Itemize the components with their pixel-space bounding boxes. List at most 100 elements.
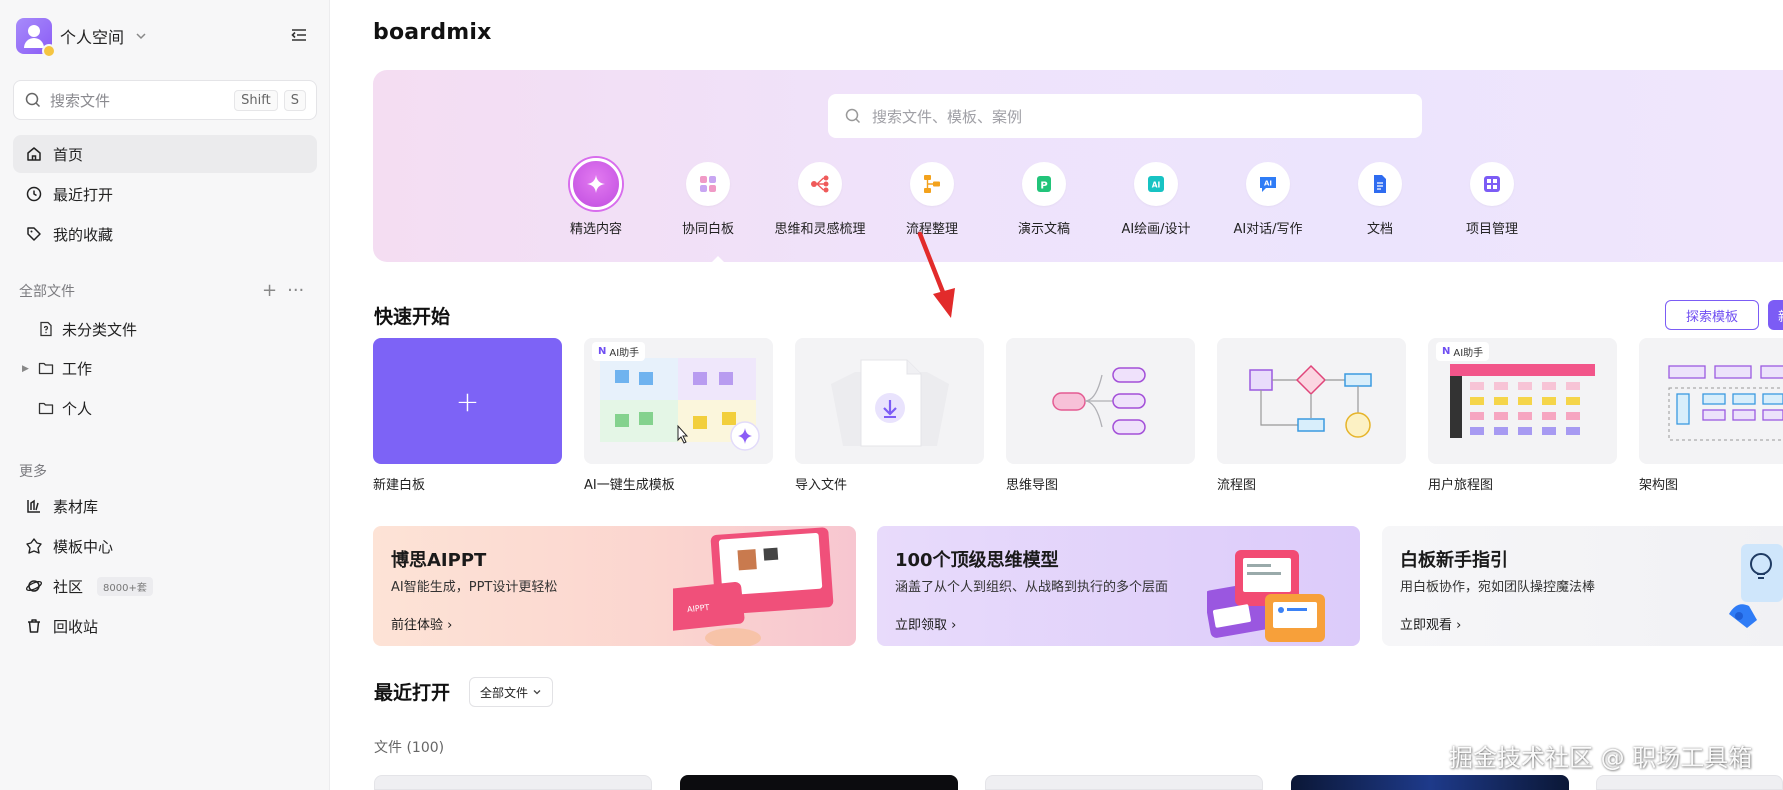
category-label: 演示文稿 <box>1017 222 1070 237</box>
template-architecture[interactable]: 架构图 <box>1639 338 1783 493</box>
template-thumbnail: N AI助手 <box>1428 338 1617 464</box>
add-icon[interactable]: + <box>262 280 277 301</box>
tag-icon <box>25 225 43 243</box>
file-filter-dropdown[interactable]: 全部文件 <box>469 677 553 707</box>
svg-text:AI: AI <box>1152 181 1161 190</box>
document-icon <box>1358 162 1402 206</box>
more-section-label: 更多 <box>19 464 47 480</box>
nav-trash[interactable]: 回收站 <box>13 607 317 645</box>
chevron-right-icon: › <box>951 618 957 633</box>
template-mindmap[interactable]: 思维导图 <box>1006 338 1195 493</box>
file-card[interactable] <box>374 775 652 790</box>
category-docs[interactable]: 文档 <box>1330 162 1430 237</box>
template-thumbnail <box>1639 338 1783 464</box>
avatar[interactable] <box>16 18 56 58</box>
explore-templates-button[interactable]: 探索模板 <box>1665 300 1759 330</box>
category-ai-drawing[interactable]: AI AI绘画/设计 <box>1106 162 1206 237</box>
quick-start-title: 快速开始 <box>374 306 451 328</box>
all-files-actions: + ··· <box>262 280 304 301</box>
template-thumbnail <box>1217 338 1406 464</box>
template-import-file[interactable]: 导入文件 <box>795 338 984 493</box>
file-card[interactable] <box>1596 775 1783 790</box>
flowchart-icon <box>910 162 954 206</box>
banner-beginner-guide[interactable]: 白板新手指引 用白板协作，宛如团队操控魔法棒 立即观看 › <box>1382 526 1783 646</box>
nav-library[interactable]: 素材库 <box>13 487 317 525</box>
new-button[interactable]: 新 <box>1768 300 1783 330</box>
community-badge: 8000+套 <box>97 576 153 596</box>
whiteboard-icon <box>686 162 730 206</box>
template-label: 架构图 <box>1639 478 1679 493</box>
nav-template-center[interactable]: 模板中心 <box>13 527 317 565</box>
annotation-arrow-icon <box>917 231 955 318</box>
crown-icon <box>42 44 56 58</box>
category-label: 思维和灵感梳理 <box>774 222 866 237</box>
library-icon <box>25 497 43 515</box>
category-presentation[interactable]: P 演示文稿 <box>994 162 1094 237</box>
sparkle-icon <box>570 158 622 210</box>
lightbulb-illustration-icon <box>1729 544 1783 628</box>
chevron-down-icon <box>533 690 541 695</box>
file-card[interactable] <box>985 775 1263 790</box>
nav-label: 回收站 <box>53 617 99 636</box>
brand-logo[interactable]: boardmix <box>373 20 492 45</box>
shortcut-key: Shift <box>234 89 278 111</box>
category-label: AI对话/写作 <box>1233 222 1303 237</box>
sidebar-search[interactable]: 搜索文件 Shift S <box>13 80 317 120</box>
category-project[interactable]: 项目管理 <box>1442 162 1542 237</box>
banner-aippt[interactable]: 博思AIPPT AI智能生成，PPT设计更轻松 前往体验 › AIPPT <box>373 526 856 646</box>
folder-label: 个人 <box>62 399 93 418</box>
template-thumbnail <box>1006 338 1195 464</box>
category-label: 文档 <box>1366 222 1393 237</box>
file-card[interactable] <box>1291 775 1569 790</box>
ai-assistant-tag: N AI助手 <box>592 342 646 361</box>
all-files-label: 全部文件 <box>19 284 75 300</box>
caret-right-icon[interactable]: ▶ <box>22 364 29 374</box>
category-ai-writing[interactable]: AI AI对话/写作 <box>1218 162 1318 237</box>
template-new-whiteboard[interactable]: + 新建白板 <box>373 338 562 493</box>
kanban-icon <box>1470 162 1514 206</box>
template-thumbnail <box>795 338 984 464</box>
nav-recent[interactable]: 最近打开 <box>13 175 317 213</box>
banner-subtitle: 用白板协作，宛如团队操控魔法棒 <box>1400 580 1596 595</box>
category-label: AI绘画/设计 <box>1121 222 1191 237</box>
nav-label: 最近打开 <box>53 185 114 204</box>
collapse-sidebar-icon[interactable] <box>288 24 310 46</box>
category-whiteboard[interactable]: 协同白板 <box>658 162 758 237</box>
folder-work[interactable]: 工作 <box>38 351 92 385</box>
svg-text:P: P <box>1040 181 1047 192</box>
banner-thinking-models[interactable]: 100个顶级思维模型 涵盖了从个人到组织、从战略到执行的多个层面 立即领取 › <box>877 526 1360 646</box>
trash-icon <box>25 617 43 635</box>
hero-banner: 搜索文件、模板、案例 精选内容 协同白板 思维和灵感梳理 流程整理 P 演示文稿… <box>373 70 1783 264</box>
folder-personal[interactable]: 个人 <box>38 391 92 425</box>
presentation-icon: P <box>1022 162 1066 206</box>
category-label: 项目管理 <box>1465 222 1518 237</box>
nav-home[interactable]: 首页 <box>13 135 317 173</box>
banner-link[interactable]: 前往体验 › <box>391 614 452 633</box>
chevron-right-icon: › <box>1456 618 1462 633</box>
workspace-switcher[interactable]: 个人空间 <box>16 18 148 58</box>
chevron-right-icon: › <box>447 618 453 633</box>
hero-search[interactable]: 搜索文件、模板、案例 <box>828 94 1422 138</box>
category-label: 精选内容 <box>569 222 622 237</box>
template-label: AI一键生成模板 <box>584 478 675 493</box>
watermark: 掘金技术社区 @ 职场工具箱 <box>1449 744 1753 772</box>
banner-subtitle: 涵盖了从个人到组织、从战略到执行的多个层面 <box>895 580 1169 595</box>
category-flow[interactable]: 流程整理 <box>882 162 982 237</box>
aippt-illustration-icon: AIPPT <box>673 527 834 646</box>
template-user-journey[interactable]: N AI助手 用户旅程图 <box>1428 338 1617 493</box>
category-featured[interactable]: 精选内容 <box>546 158 646 237</box>
active-indicator <box>710 256 726 264</box>
folder-icon <box>38 402 54 415</box>
banner-link[interactable]: 立即领取 › <box>895 614 956 633</box>
home-icon <box>25 145 43 163</box>
banner-link[interactable]: 立即观看 › <box>1400 614 1461 633</box>
nav-label: 素材库 <box>53 497 99 516</box>
nav-favorites[interactable]: 我的收藏 <box>13 215 317 253</box>
folder-uncategorized[interactable]: 未分类文件 <box>38 312 137 346</box>
file-card[interactable] <box>680 775 958 790</box>
category-mindmap[interactable]: 思维和灵感梳理 <box>770 162 870 237</box>
more-icon[interactable]: ··· <box>287 280 304 301</box>
nav-community[interactable]: 社区 8000+套 <box>13 567 317 605</box>
template-ai-generate[interactable]: N AI助手 AI一键生成模板 <box>584 338 773 493</box>
template-flowchart[interactable]: 流程图 <box>1217 338 1406 493</box>
